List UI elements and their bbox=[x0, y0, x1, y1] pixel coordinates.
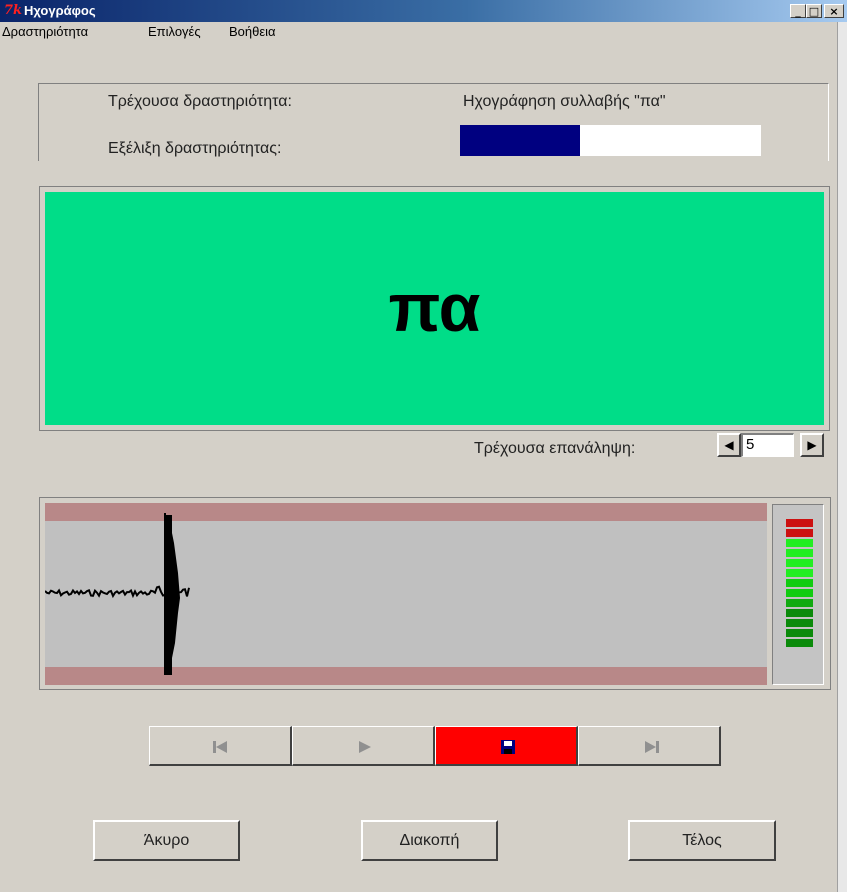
triangle-right-icon: ▶ bbox=[807, 438, 817, 452]
activity-label: Τρέχουσα δραστηριότητα: bbox=[108, 93, 292, 110]
finish-button[interactable]: Τέλος bbox=[628, 820, 776, 861]
vu-segment bbox=[786, 579, 813, 587]
skip-back-icon bbox=[213, 741, 227, 753]
floppy-disk-icon bbox=[501, 740, 515, 754]
cancel-button[interactable]: Άκυρο bbox=[93, 820, 240, 861]
vu-segment bbox=[786, 559, 813, 567]
progress-bar bbox=[460, 125, 761, 156]
title-bar bbox=[0, 0, 847, 22]
menu-options[interactable]: Επιλογές bbox=[148, 24, 201, 40]
vu-segment bbox=[786, 539, 813, 547]
waveform-display bbox=[45, 503, 767, 685]
menu-help[interactable]: Βοήθεια bbox=[229, 24, 276, 40]
maximize-button[interactable]: □ bbox=[806, 4, 822, 18]
menu-bar bbox=[0, 22, 847, 42]
vu-segment bbox=[786, 609, 813, 617]
triangle-left-icon: ◀ bbox=[724, 438, 734, 452]
vu-segment bbox=[786, 519, 813, 527]
repetition-decrement-button[interactable]: ◀ bbox=[717, 433, 741, 457]
vu-segment bbox=[786, 529, 813, 537]
menu-activity[interactable]: Δραστηριότητα bbox=[2, 24, 88, 40]
vu-segment bbox=[786, 619, 813, 627]
play-icon bbox=[359, 741, 371, 753]
record-save-button[interactable] bbox=[435, 726, 578, 766]
repetition-field[interactable]: 5 bbox=[741, 433, 794, 457]
window-edge bbox=[837, 22, 847, 892]
vu-segment bbox=[786, 629, 813, 637]
repetition-increment-button[interactable]: ▶ bbox=[800, 433, 824, 457]
wave-band-top bbox=[45, 503, 767, 521]
vu-segment bbox=[786, 549, 813, 557]
skip-forward-icon bbox=[645, 741, 659, 753]
window-title: Ηχογράφος bbox=[24, 3, 96, 18]
progress-fill bbox=[460, 125, 581, 156]
minimize-button[interactable]: _ bbox=[790, 4, 806, 18]
vu-segment bbox=[786, 589, 813, 597]
vu-segment bbox=[786, 639, 813, 647]
progress-label: Εξέλιξη δραστηριότητας: bbox=[108, 140, 282, 157]
first-button[interactable] bbox=[149, 726, 292, 766]
vu-segment bbox=[786, 599, 813, 607]
last-button[interactable] bbox=[578, 726, 721, 766]
syllable-text: πα bbox=[388, 270, 481, 346]
play-button[interactable] bbox=[292, 726, 435, 766]
close-button[interactable]: × bbox=[824, 4, 844, 18]
wave-band-bottom bbox=[45, 667, 767, 685]
stop-button[interactable]: Διακοπή bbox=[361, 820, 498, 861]
activity-value: Ηχογράφηση συλλαβής "πα" bbox=[463, 93, 666, 110]
app-icon: 7k bbox=[4, 3, 23, 18]
repetition-label: Τρέχουσα επανάληψη: bbox=[474, 440, 636, 457]
vu-segment bbox=[786, 569, 813, 577]
vu-meter bbox=[786, 519, 813, 649]
